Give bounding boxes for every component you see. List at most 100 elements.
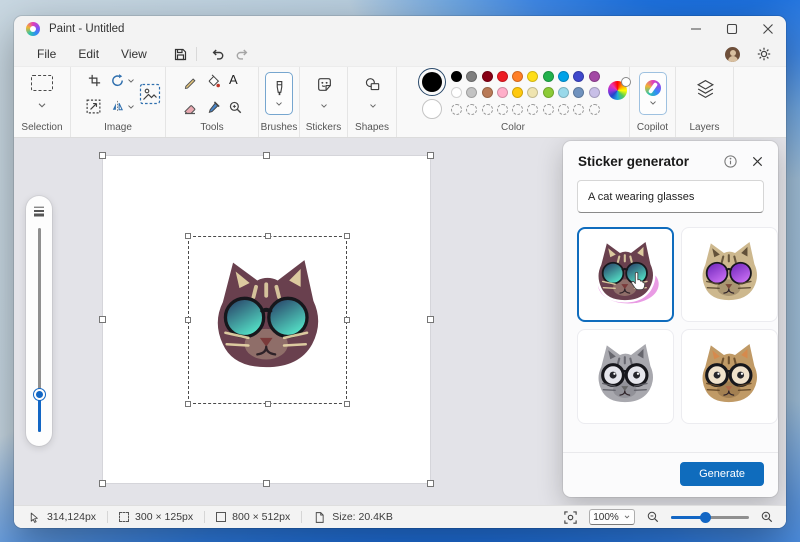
menu-file[interactable]: File <box>26 45 67 63</box>
empty-color-slot[interactable] <box>451 104 462 115</box>
color-swatch[interactable] <box>512 71 523 82</box>
color-swatch[interactable] <box>497 87 508 98</box>
copilot-button[interactable] <box>639 72 667 115</box>
flip-icon[interactable] <box>110 99 125 114</box>
selection-handle-bottom-middle[interactable] <box>265 401 271 407</box>
rotate-icon[interactable] <box>110 73 125 88</box>
maximize-button[interactable] <box>714 16 750 42</box>
selection-handle-top-right[interactable] <box>344 233 350 239</box>
minimize-button[interactable] <box>678 16 714 42</box>
zoom-slider-thumb[interactable] <box>700 512 711 523</box>
selection-chevron-down-icon[interactable] <box>36 99 48 111</box>
canvas-handle-top-middle[interactable] <box>263 152 270 159</box>
redo-button[interactable] <box>235 46 251 62</box>
zoom-out-icon[interactable] <box>646 510 660 524</box>
text-tool-icon[interactable]: A <box>229 72 238 87</box>
shapes-chevron-down-icon[interactable] <box>368 101 378 111</box>
pencil-icon[interactable] <box>183 74 198 89</box>
empty-color-slot[interactable] <box>558 104 569 115</box>
zoom-slider[interactable] <box>671 511 749 523</box>
empty-color-slot[interactable] <box>589 104 600 115</box>
shapes-icon[interactable] <box>364 76 381 93</box>
stickers-icon[interactable] <box>316 76 333 93</box>
rotate-chevron-down-icon[interactable] <box>126 76 136 86</box>
panel-close-icon[interactable] <box>751 155 764 168</box>
drawing-canvas[interactable] <box>103 156 430 483</box>
account-avatar[interactable] <box>725 47 740 62</box>
ribbon-group-stickers: Stickers <box>300 67 348 137</box>
prompt-input[interactable]: A cat wearing glasses <box>577 180 764 213</box>
color-swatch[interactable] <box>451 87 462 98</box>
canvas-handle-middle-left[interactable] <box>99 316 106 323</box>
empty-color-slot[interactable] <box>482 104 493 115</box>
color-swatch[interactable] <box>543 87 554 98</box>
color-picker-icon[interactable] <box>206 100 221 115</box>
info-icon[interactable] <box>723 154 738 169</box>
sticker-thumbnail-dark-cat-teal-shades[interactable] <box>577 227 674 322</box>
sticker-thumbnail-gray-cat-round-glasses[interactable] <box>577 329 674 424</box>
sticker-thumbnail-tan-cat-purple-shades[interactable] <box>681 227 778 322</box>
undo-button[interactable] <box>209 46 225 62</box>
color-swatch[interactable] <box>451 71 462 82</box>
magnifier-icon[interactable] <box>228 100 243 115</box>
color-swatch[interactable] <box>573 87 584 98</box>
empty-color-slot[interactable] <box>543 104 554 115</box>
selection-box[interactable] <box>188 236 347 404</box>
color-swatch[interactable] <box>527 71 538 82</box>
empty-color-slot[interactable] <box>573 104 584 115</box>
selection-tool-button[interactable] <box>31 75 53 91</box>
color-swatch[interactable] <box>482 87 493 98</box>
flip-chevron-down-icon[interactable] <box>126 102 136 112</box>
edit-colors-wheel-icon[interactable] <box>608 81 627 100</box>
stickers-chevron-down-icon[interactable] <box>319 101 329 111</box>
color-swatch[interactable] <box>543 71 554 82</box>
color2-swatch[interactable] <box>422 99 442 119</box>
color-swatch[interactable] <box>482 71 493 82</box>
save-button[interactable] <box>172 46 188 62</box>
empty-color-slot[interactable] <box>512 104 523 115</box>
fill-bucket-icon[interactable] <box>206 74 221 89</box>
brushes-button[interactable] <box>265 72 293 115</box>
crop-icon[interactable] <box>87 73 102 88</box>
color-swatch[interactable] <box>558 87 569 98</box>
empty-color-slot[interactable] <box>497 104 508 115</box>
empty-color-slot[interactable] <box>527 104 538 115</box>
palette-row-3 <box>451 104 600 115</box>
eraser-icon[interactable] <box>182 100 198 116</box>
menu-edit[interactable]: Edit <box>67 45 110 63</box>
settings-gear-icon[interactable] <box>756 46 772 62</box>
canvas-handle-top-left[interactable] <box>99 152 106 159</box>
sticker-thumbnail-tabby-kitten-round-glasses[interactable] <box>681 329 778 424</box>
image-ai-edit-icon[interactable] <box>139 83 161 105</box>
color-swatch[interactable] <box>497 71 508 82</box>
sticker-results-grid <box>577 227 764 424</box>
color-swatch[interactable] <box>466 71 477 82</box>
selection-handle-bottom-left[interactable] <box>185 401 191 407</box>
fit-to-screen-icon[interactable] <box>563 510 578 525</box>
color-swatch[interactable] <box>589 71 600 82</box>
generate-button[interactable]: Generate <box>680 462 764 486</box>
layers-icon[interactable] <box>696 79 715 100</box>
canvas-handle-top-right[interactable] <box>427 152 434 159</box>
color-swatch[interactable] <box>589 87 600 98</box>
menu-view[interactable]: View <box>110 45 158 63</box>
color-swatch[interactable] <box>527 87 538 98</box>
empty-color-slot[interactable] <box>466 104 477 115</box>
canvas-handle-bottom-right[interactable] <box>427 480 434 487</box>
color-swatch[interactable] <box>466 87 477 98</box>
pasted-cat-sticker[interactable] <box>191 239 344 401</box>
close-button[interactable] <box>750 16 786 42</box>
zoom-level-dropdown[interactable]: 100% <box>589 509 635 525</box>
zoom-in-icon[interactable] <box>760 510 774 524</box>
canvas-handle-bottom-left[interactable] <box>99 480 106 487</box>
canvas-handle-middle-right[interactable] <box>427 316 434 323</box>
selection-handle-middle-right[interactable] <box>344 317 350 323</box>
color-swatch[interactable] <box>512 87 523 98</box>
color1-swatch[interactable] <box>422 72 442 92</box>
color-swatch[interactable] <box>558 71 569 82</box>
resize-icon[interactable] <box>85 98 102 115</box>
canvas-handle-bottom-middle[interactable] <box>263 480 270 487</box>
size-slider-thumb[interactable] <box>34 389 45 400</box>
color-swatch[interactable] <box>573 71 584 82</box>
selection-handle-bottom-right[interactable] <box>344 401 350 407</box>
